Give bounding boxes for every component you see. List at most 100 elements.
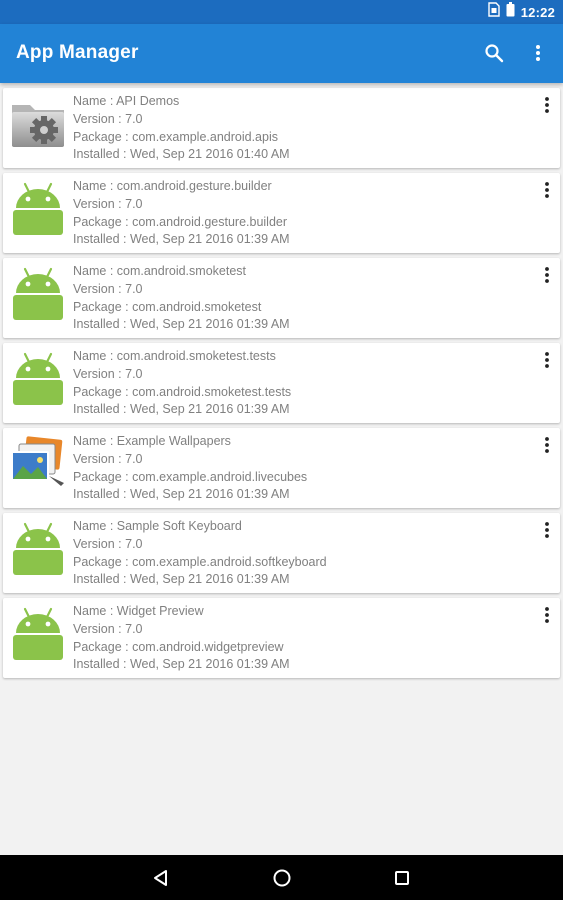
name-label: Name : [73, 519, 117, 533]
settings-folder-icon [9, 94, 67, 152]
search-icon[interactable] [481, 40, 507, 66]
app-installed: Wed, Sep 21 2016 01:39 AM [129, 487, 290, 502]
installed-label: Installed : [73, 147, 130, 162]
overflow-menu-icon[interactable] [538, 434, 556, 456]
app-version-row: Version : 7.0 [73, 451, 307, 469]
app-installed-row: Installed : Wed, Sep 21 2016 01:39 AM [73, 316, 290, 334]
package-label: Package : [73, 554, 133, 569]
app-name-row: Name : com.android.gesture.builder [73, 178, 290, 196]
version-label: Version : [73, 621, 126, 636]
battery-icon [506, 2, 515, 22]
app-name: com.android.gesture.builder [116, 179, 272, 193]
app-card-gesture-builder[interactable]: Name : com.android.gesture.builder Versi… [3, 173, 560, 253]
version-label: Version : [73, 451, 126, 466]
app-title: App Manager [16, 42, 139, 63]
installed-label: Installed : [73, 402, 130, 417]
name-label: Name : [73, 264, 117, 278]
android-robot-icon [9, 519, 67, 577]
app-version: 7.0 [125, 536, 143, 551]
app-package-row: Package : com.android.gesture.builder [73, 214, 290, 232]
overflow-menu-icon[interactable] [538, 349, 556, 371]
recent-apps-icon[interactable] [389, 865, 415, 891]
overflow-menu-icon[interactable] [538, 94, 556, 116]
back-icon[interactable] [148, 865, 174, 891]
app-version: 7.0 [125, 621, 143, 636]
app-version-row: Version : 7.0 [73, 366, 291, 384]
overflow-menu-icon[interactable] [538, 604, 556, 626]
package-label: Package : [73, 299, 133, 314]
app-installed: Wed, Sep 21 2016 01:39 AM [129, 657, 290, 672]
android-robot-icon [9, 604, 67, 662]
status-bar: 12:22 [0, 0, 563, 24]
app-bar-actions [481, 40, 551, 66]
app-name: com.android.smoketest.tests [116, 349, 276, 363]
app-package-row: Package : com.example.android.apis [73, 129, 290, 147]
name-label: Name : [73, 434, 117, 448]
name-label: Name : [73, 179, 117, 193]
overflow-menu-icon[interactable] [538, 179, 556, 201]
app-version: 7.0 [125, 111, 143, 126]
app-info: Name : API Demos Version : 7.0 Package :… [73, 93, 290, 164]
app-info: Name : com.android.gesture.builder Versi… [73, 178, 290, 249]
app-installed-row: Installed : Wed, Sep 21 2016 01:39 AM [73, 486, 307, 504]
wallpapers-icon [9, 434, 67, 492]
app-info: Name : com.android.smoketest Version : 7… [73, 263, 290, 334]
app-version: 7.0 [125, 451, 143, 466]
package-label: Package : [73, 384, 133, 399]
app-version: 7.0 [125, 281, 143, 296]
app-installed-row: Installed : Wed, Sep 21 2016 01:40 AM [73, 146, 290, 164]
overflow-menu-icon[interactable] [538, 519, 556, 541]
app-package: com.android.widgetpreview [132, 639, 284, 654]
version-label: Version : [73, 281, 126, 296]
app-bar: App Manager [0, 24, 563, 83]
app-info: Name : Widget Preview Version : 7.0 Pack… [73, 603, 290, 674]
app-card-smoketest-tests[interactable]: Name : com.android.smoketest.tests Versi… [3, 343, 560, 423]
app-package-row: Package : com.android.smoketest [73, 299, 290, 317]
app-installed-row: Installed : Wed, Sep 21 2016 01:39 AM [73, 656, 290, 674]
app-installed: Wed, Sep 21 2016 01:40 AM [129, 147, 290, 162]
app-info: Name : Sample Soft Keyboard Version : 7.… [73, 518, 327, 589]
app-version: 7.0 [125, 366, 143, 381]
app-list: Name : API Demos Version : 7.0 Package :… [0, 83, 563, 855]
app-card-smoketest[interactable]: Name : com.android.smoketest Version : 7… [3, 258, 560, 338]
installed-label: Installed : [73, 317, 130, 332]
app-name: Sample Soft Keyboard [116, 519, 242, 533]
app-name: com.android.smoketest [116, 264, 246, 278]
clock: 12:22 [520, 4, 555, 20]
app-package-row: Package : com.android.smoketest.tests [73, 384, 291, 402]
app-package: com.example.android.apis [132, 129, 278, 144]
version-label: Version : [73, 366, 126, 381]
version-label: Version : [73, 536, 126, 551]
app-version-row: Version : 7.0 [73, 621, 290, 639]
app-installed: Wed, Sep 21 2016 01:39 AM [129, 572, 290, 587]
app-package: com.android.smoketest.tests [132, 384, 292, 399]
app-version: 7.0 [125, 196, 143, 211]
app-version-row: Version : 7.0 [73, 281, 290, 299]
app-card-api-demos[interactable]: Name : API Demos Version : 7.0 Package :… [3, 88, 560, 168]
home-icon[interactable] [269, 865, 295, 891]
app-installed-row: Installed : Wed, Sep 21 2016 01:39 AM [73, 231, 290, 249]
more-options-icon[interactable] [525, 40, 551, 66]
package-label: Package : [73, 214, 133, 229]
overflow-menu-icon[interactable] [538, 264, 556, 286]
app-package-row: Package : com.example.android.livecubes [73, 469, 307, 487]
app-version-row: Version : 7.0 [73, 111, 290, 129]
app-name-row: Name : com.android.smoketest [73, 263, 290, 281]
app-info: Name : com.android.smoketest.tests Versi… [73, 348, 291, 419]
app-installed: Wed, Sep 21 2016 01:39 AM [129, 317, 290, 332]
version-label: Version : [73, 111, 126, 126]
app-name-row: Name : API Demos [73, 93, 290, 111]
package-label: Package : [73, 639, 133, 654]
navigation-bar [0, 855, 563, 900]
app-package-row: Package : com.android.widgetpreview [73, 639, 290, 657]
app-card-example-wallpapers[interactable]: Name : Example Wallpapers Version : 7.0 … [3, 428, 560, 508]
app-name: Example Wallpapers [116, 434, 231, 448]
app-card-soft-keyboard[interactable]: Name : Sample Soft Keyboard Version : 7.… [3, 513, 560, 593]
app-card-widget-preview[interactable]: Name : Widget Preview Version : 7.0 Pack… [3, 598, 560, 678]
installed-label: Installed : [73, 232, 130, 247]
app-name-row: Name : com.android.smoketest.tests [73, 348, 291, 366]
android-robot-icon [9, 264, 67, 322]
app-version-row: Version : 7.0 [73, 536, 327, 554]
app-installed-row: Installed : Wed, Sep 21 2016 01:39 AM [73, 401, 291, 419]
app-installed-row: Installed : Wed, Sep 21 2016 01:39 AM [73, 571, 327, 589]
